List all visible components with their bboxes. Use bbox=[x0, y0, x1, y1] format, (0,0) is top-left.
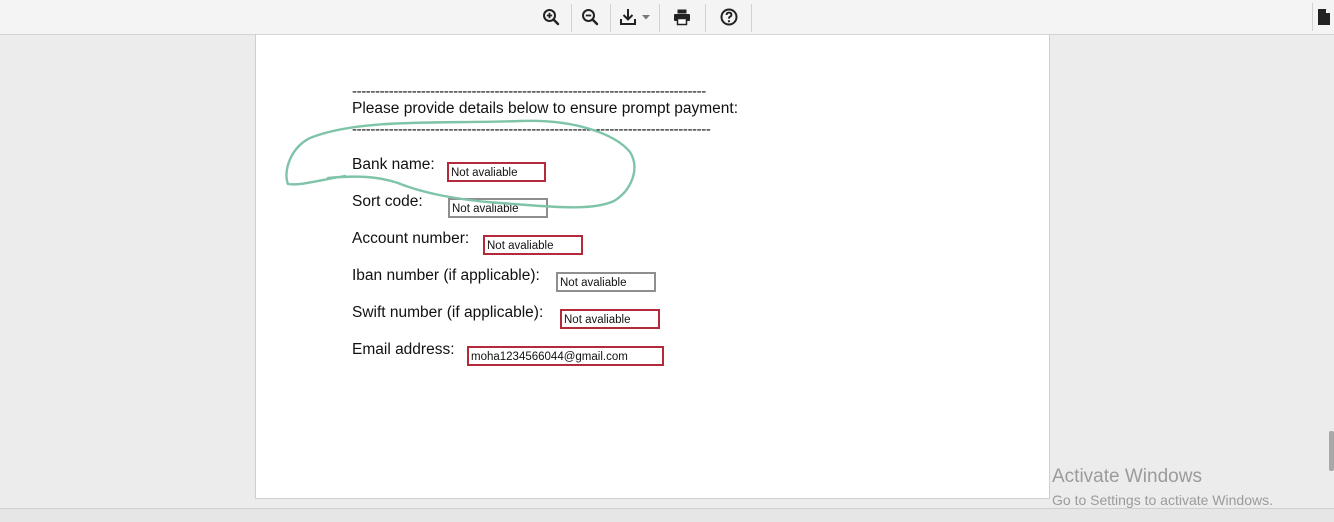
email-address-label: Email address: bbox=[352, 341, 455, 358]
zoom-in-button[interactable] bbox=[538, 3, 564, 31]
print-button[interactable] bbox=[669, 3, 695, 31]
pdf-page: ----------------------------------------… bbox=[255, 35, 1050, 499]
status-bar bbox=[0, 508, 1334, 522]
bank-name-label: Bank name: bbox=[352, 156, 435, 173]
scrollbar-thumb[interactable] bbox=[1329, 431, 1334, 471]
email-address-field[interactable]: moha1234566044@gmail.com bbox=[467, 346, 664, 366]
windows-activation-watermark: Activate Windows Go to Settings to activ… bbox=[1052, 466, 1273, 509]
swift-number-field[interactable]: Not avaliable bbox=[560, 309, 660, 329]
toolbar-separator bbox=[610, 4, 611, 32]
payment-details-heading: Please provide details below to ensure p… bbox=[352, 100, 738, 117]
vertical-scrollbar[interactable] bbox=[1326, 35, 1334, 508]
dashed-separator-top: ----------------------------------------… bbox=[352, 83, 706, 100]
document-properties-button[interactable] bbox=[1312, 3, 1334, 31]
print-icon bbox=[674, 9, 690, 26]
zoom-out-icon bbox=[582, 9, 599, 26]
zoom-out-button[interactable] bbox=[577, 3, 603, 31]
iban-number-label: Iban number (if applicable): bbox=[352, 267, 540, 284]
document-viewer[interactable]: ----------------------------------------… bbox=[0, 35, 1334, 508]
toolbar-separator bbox=[571, 4, 572, 32]
download-icon bbox=[620, 9, 650, 25]
account-number-field[interactable]: Not avaliable bbox=[483, 235, 583, 255]
download-button[interactable] bbox=[617, 3, 653, 31]
help-icon bbox=[720, 8, 738, 26]
bank-name-field[interactable]: Not avaliable bbox=[447, 162, 546, 182]
chevron-down-icon bbox=[642, 15, 650, 20]
document-icon bbox=[1318, 9, 1330, 25]
help-button[interactable] bbox=[716, 3, 742, 31]
sort-code-field[interactable]: Not avaliable bbox=[448, 198, 548, 218]
dashed-separator-bottom: ----------------------------------------… bbox=[352, 121, 711, 138]
toolbar-separator bbox=[751, 4, 752, 32]
pdf-toolbar bbox=[0, 0, 1334, 35]
toolbar-separator bbox=[659, 4, 660, 32]
watermark-title: Activate Windows bbox=[1052, 466, 1202, 487]
toolbar-separator bbox=[705, 4, 706, 32]
sort-code-label: Sort code: bbox=[352, 193, 423, 210]
account-number-label: Account number: bbox=[352, 230, 470, 247]
swift-number-label: Swift number (if applicable): bbox=[352, 304, 544, 321]
zoom-in-icon bbox=[543, 9, 560, 26]
iban-number-field[interactable]: Not avaliable bbox=[556, 272, 656, 292]
watermark-subtitle: Go to Settings to activate Windows. bbox=[1052, 492, 1273, 508]
